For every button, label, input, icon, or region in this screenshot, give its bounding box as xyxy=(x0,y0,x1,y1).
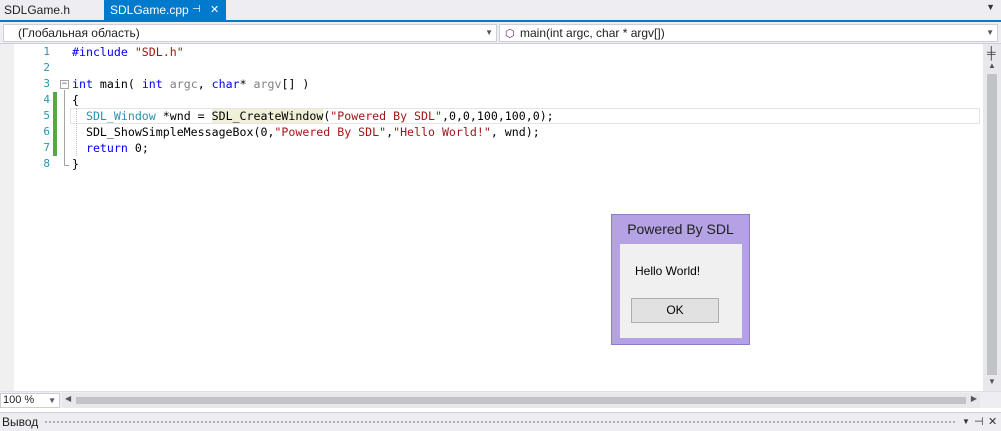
scroll-down-icon[interactable]: ▼ xyxy=(988,377,996,386)
selection-margin[interactable] xyxy=(0,44,14,391)
message-box-text: Hello World! xyxy=(635,264,701,278)
message-box-window: Powered By SDL Hello World! OK xyxy=(611,214,750,345)
pin-icon[interactable]: ⊣ xyxy=(192,0,201,20)
code-line[interactable]: } xyxy=(72,156,79,172)
scroll-up-icon[interactable]: ▲ xyxy=(988,61,996,70)
message-box-client: Hello World! OK xyxy=(620,244,742,338)
code-line[interactable]: int main( int argc, char* argv[] ) xyxy=(72,76,309,92)
output-panel-title: Вывод xyxy=(2,415,39,429)
collapse-icon[interactable]: − xyxy=(60,80,69,89)
code-editor[interactable]: 1 2 3 4 5 6 7 8 − #include "SDL.h" int m… xyxy=(0,44,983,391)
editor-bottom-bar: 100 % ▼ ◀ ▶ xyxy=(0,391,1001,408)
scroll-thumb[interactable] xyxy=(987,74,997,375)
panel-grip[interactable] xyxy=(44,420,956,425)
tab-sdlgame-cpp[interactable]: SDLGame.cpp ⊣ ✕ xyxy=(104,0,226,20)
scroll-thumb[interactable] xyxy=(76,397,966,404)
navigation-bar: (Глобальная область) ▼ ⬡ main(int argc, … xyxy=(0,22,1001,44)
chevron-down-icon: ▼ xyxy=(986,28,994,37)
outline-end xyxy=(64,165,69,166)
output-panel-header: Вывод ▼ ⊣ ✕ xyxy=(0,412,1001,431)
horizontal-scrollbar[interactable]: ◀ ▶ xyxy=(62,393,980,408)
chevron-down-icon[interactable]: ▼ xyxy=(962,417,970,426)
member-dropdown[interactable]: ⬡ main(int argc, char * argv[]) ▼ xyxy=(499,24,998,42)
scope-dropdown[interactable]: (Глобальная область) ▼ xyxy=(3,24,497,42)
chevron-down-icon[interactable]: ▼ xyxy=(986,2,995,12)
close-icon[interactable]: ✕ xyxy=(210,0,219,20)
line-number: 6 xyxy=(43,125,50,138)
line-number: 3 xyxy=(43,77,50,90)
pin-icon[interactable]: ⊣ xyxy=(974,415,984,428)
document-tab-strip: SDLGame.h SDLGame.cpp ⊣ ✕ ▼ xyxy=(0,0,1001,22)
ok-button[interactable]: OK xyxy=(631,298,719,323)
change-indicator xyxy=(53,92,57,108)
line-number: 2 xyxy=(43,61,50,74)
line-number: 5 xyxy=(43,109,50,122)
scroll-left-icon[interactable]: ◀ xyxy=(65,394,71,403)
zoom-value: 100 % xyxy=(3,394,35,406)
line-number: 7 xyxy=(43,141,50,154)
tab-sdlgame-h[interactable]: SDLGame.h xyxy=(0,0,100,20)
change-indicator xyxy=(53,124,57,140)
line-number: 1 xyxy=(43,45,50,58)
change-indicator xyxy=(53,140,57,156)
line-number: 4 xyxy=(43,93,50,106)
message-box-title: Powered By SDL xyxy=(627,221,734,237)
chevron-down-icon: ▼ xyxy=(485,28,493,37)
function-cube-icon: ⬡ xyxy=(505,28,515,40)
code-line[interactable]: return 0; xyxy=(72,140,149,156)
tab-label: SDLGame.cpp xyxy=(110,3,189,17)
scroll-right-icon[interactable]: ▶ xyxy=(971,394,977,403)
zoom-dropdown[interactable]: 100 % ▼ xyxy=(0,393,60,408)
code-line[interactable]: { xyxy=(72,92,79,108)
code-line[interactable]: SDL_Window *wnd = SDL_CreateWindow("Powe… xyxy=(72,108,554,124)
code-line[interactable]: #include "SDL.h" xyxy=(72,44,184,60)
scrollbar-corner xyxy=(983,393,1001,408)
close-icon[interactable]: ✕ xyxy=(988,415,997,428)
split-window-icon[interactable]: ╪ xyxy=(987,46,996,60)
chevron-down-icon: ▼ xyxy=(48,396,56,405)
line-number: 8 xyxy=(43,157,50,170)
code-line[interactable]: SDL_ShowSimpleMessageBox(0,"Powered By S… xyxy=(72,124,540,140)
tab-label: SDLGame.h xyxy=(4,3,71,17)
member-value: main(int argc, char * argv[]) xyxy=(520,26,665,40)
vertical-scrollbar[interactable]: ╪ ▲ ▼ xyxy=(983,44,1001,391)
scope-value: (Глобальная область) xyxy=(18,26,140,40)
outline-line xyxy=(64,90,65,166)
change-indicator xyxy=(53,108,57,124)
